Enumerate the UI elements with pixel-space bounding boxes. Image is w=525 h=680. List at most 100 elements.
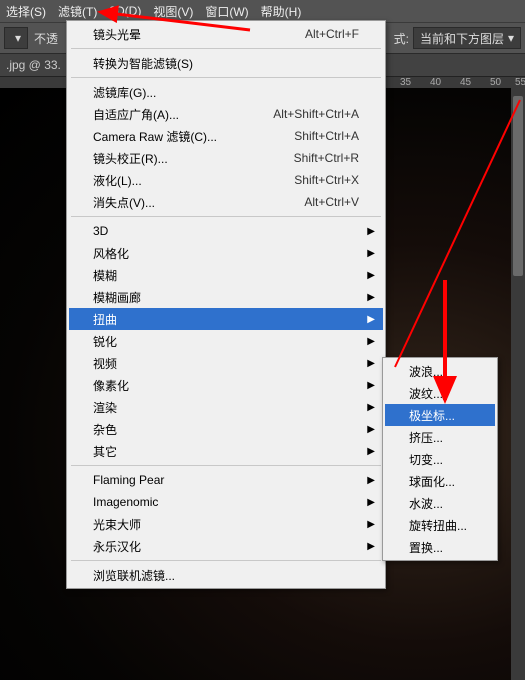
menu-item-label: 风格化: [93, 245, 129, 262]
filter-menu-item[interactable]: 视频 ▶: [69, 352, 383, 374]
menu-separator: [71, 560, 381, 561]
document-tab[interactable]: .jpg @ 33.: [6, 58, 61, 72]
distort-submenu: 波浪... 波纹... 极坐标... 挤压... 切变... 球面化... 水波... 旋转扭…: [382, 357, 498, 561]
filter-menu-item[interactable]: 液化(L)...Shift+Ctrl+X: [69, 169, 383, 191]
menu-item-label: Camera Raw 滤镜(C)...: [93, 128, 217, 145]
scrollbar-vertical[interactable]: [511, 88, 525, 680]
chevron-right-icon: ▶: [367, 270, 375, 281]
filter-menu-item[interactable]: Camera Raw 滤镜(C)... Shift+Ctrl+A: [69, 125, 383, 147]
menu-item-label: 镜头光晕: [93, 26, 141, 43]
filter-menu-item[interactable]: 其它▶: [69, 440, 383, 462]
menu-item-label: 切变...: [409, 451, 443, 468]
menu-item-label: 置换...: [409, 539, 443, 556]
menu-item-label: 锐化: [93, 333, 117, 350]
filter-menu-item[interactable]: 渲染▶: [69, 396, 383, 418]
chevron-right-icon: ▶: [367, 314, 375, 325]
distort-submenu-item[interactable]: 球面化...: [385, 470, 495, 492]
filter-menu-item[interactable]: 锐化 ▶: [69, 330, 383, 352]
menu-item-label: 旋转扭曲...: [409, 517, 467, 534]
filter-menu-item[interactable]: 风格化 ▶: [69, 242, 383, 264]
filter-menu-item[interactable]: Flaming Pear▶: [69, 469, 383, 491]
chevron-right-icon: ▶: [367, 226, 375, 237]
menu-separator: [71, 465, 381, 466]
menu-item-label: 波浪...: [409, 363, 443, 380]
chevron-right-icon: ▶: [367, 248, 375, 259]
filter-menu-item[interactable]: Imagenomic▶: [69, 491, 383, 513]
filter-menu-item[interactable]: 自适应广角(A)... Alt+Shift+Ctrl+A: [69, 103, 383, 125]
menu-item-label: 永乐汉化: [93, 538, 141, 555]
filter-menu-item[interactable]: 像素化▶: [69, 374, 383, 396]
ruler-tick: 50: [490, 77, 501, 88]
chevron-right-icon: ▶: [367, 336, 375, 347]
ruler-tick: 55: [515, 77, 525, 88]
filter-menu-item[interactable]: 光束大师▶: [69, 513, 383, 535]
menu-filter[interactable]: 滤镜(T): [58, 3, 97, 20]
menu-item-label: 3D: [93, 224, 108, 238]
menu-item-label: 自适应广角(A)...: [93, 106, 179, 123]
filter-menu-item[interactable]: 模糊画廊▶: [69, 286, 383, 308]
mode-value: 当前和下方图层: [420, 30, 504, 47]
filter-menu-item[interactable]: 滤镜库(G)...: [69, 81, 383, 103]
chevron-right-icon: ▶: [367, 497, 375, 508]
filter-menu-item[interactable]: 镜头光晕 Alt+Ctrl+F: [69, 23, 383, 45]
filter-menu-item[interactable]: 浏览联机滤镜...: [69, 564, 383, 586]
distort-submenu-item[interactable]: 置换...: [385, 536, 495, 558]
menu-separator: [71, 77, 381, 78]
menu-item-label: 视频: [93, 355, 117, 372]
distort-submenu-item[interactable]: 极坐标...: [385, 404, 495, 426]
chevron-right-icon: ▶: [367, 446, 375, 457]
chevron-right-icon: ▶: [367, 402, 375, 413]
menu-item-label: 杂色: [93, 421, 117, 438]
chevron-down-icon: ▾: [15, 31, 21, 45]
filter-menu-item[interactable]: 扭曲 ▶: [69, 308, 383, 330]
filter-menu-item[interactable]: 镜头校正(R)... Shift+Ctrl+R: [69, 147, 383, 169]
distort-submenu-item[interactable]: 旋转扭曲...: [385, 514, 495, 536]
mode-dropdown[interactable]: 当前和下方图层 ▾: [413, 27, 521, 49]
menu-separator: [71, 48, 381, 49]
menu-window[interactable]: 窗口(W): [205, 3, 248, 20]
menu-shortcut: Shift+Ctrl+A: [270, 129, 359, 143]
menu-help[interactable]: 帮助(H): [261, 3, 302, 20]
menubar: 选择(S) 滤镜(T) 3D(D) 视图(V) 窗口(W) 帮助(H): [0, 0, 525, 22]
mode-label: 式:: [394, 30, 409, 47]
distort-submenu-item[interactable]: 挤压...: [385, 426, 495, 448]
menu-view[interactable]: 视图(V): [153, 3, 193, 20]
menu-shortcut: Alt+Ctrl+F: [281, 27, 359, 41]
distort-submenu-item[interactable]: 水波...: [385, 492, 495, 514]
menu-item-label: 水波...: [409, 495, 443, 512]
menu-item-label: 球面化...: [409, 473, 455, 490]
scrollbar-thumb[interactable]: [513, 96, 523, 276]
menu-item-label: 浏览联机滤镜...: [93, 567, 175, 584]
chevron-down-icon: ▾: [508, 31, 514, 45]
menu-3d[interactable]: 3D(D): [109, 4, 141, 18]
chevron-right-icon: ▶: [367, 541, 375, 552]
filter-menu-item[interactable]: 杂色 ▶: [69, 418, 383, 440]
menu-shortcut: Shift+Ctrl+R: [270, 151, 359, 165]
filter-menu-item[interactable]: 消失点(V)... Alt+Ctrl+V: [69, 191, 383, 213]
filter-menu-item[interactable]: 3D ▶: [69, 220, 383, 242]
menu-item-label: 扭曲: [93, 311, 117, 328]
menu-item-label: 波纹...: [409, 385, 443, 402]
filter-menu-item[interactable]: 模糊▶: [69, 264, 383, 286]
menu-item-label: 消失点(V)...: [93, 194, 155, 211]
menu-shortcut: Alt+Ctrl+V: [280, 195, 359, 209]
menu-shortcut: Alt+Shift+Ctrl+A: [249, 107, 359, 121]
menu-shortcut: Shift+Ctrl+X: [270, 173, 359, 187]
chevron-right-icon: ▶: [367, 358, 375, 369]
distort-submenu-item[interactable]: 波纹...: [385, 382, 495, 404]
menu-item-label: 光束大师: [93, 516, 141, 533]
options-dropdown-left[interactable]: ▾: [4, 27, 28, 49]
filter-menu: 镜头光晕 Alt+Ctrl+F 转换为智能滤镜(S) 滤镜库(G)... 自适应广角(A…: [66, 20, 386, 589]
ruler-tick: 45: [460, 77, 471, 88]
distort-submenu-item[interactable]: 切变...: [385, 448, 495, 470]
menu-item-label: 挤压...: [409, 429, 443, 446]
menu-item-label: 镜头校正(R)...: [93, 150, 168, 167]
distort-submenu-item[interactable]: 波浪...: [385, 360, 495, 382]
menu-item-label: 像素化: [93, 377, 129, 394]
filter-menu-item[interactable]: 永乐汉化 ▶: [69, 535, 383, 557]
filter-menu-item[interactable]: 转换为智能滤镜(S): [69, 52, 383, 74]
chevron-right-icon: ▶: [367, 424, 375, 435]
menu-item-label: 滤镜库(G)...: [93, 84, 156, 101]
chevron-right-icon: ▶: [367, 292, 375, 303]
menu-select[interactable]: 选择(S): [6, 3, 46, 20]
